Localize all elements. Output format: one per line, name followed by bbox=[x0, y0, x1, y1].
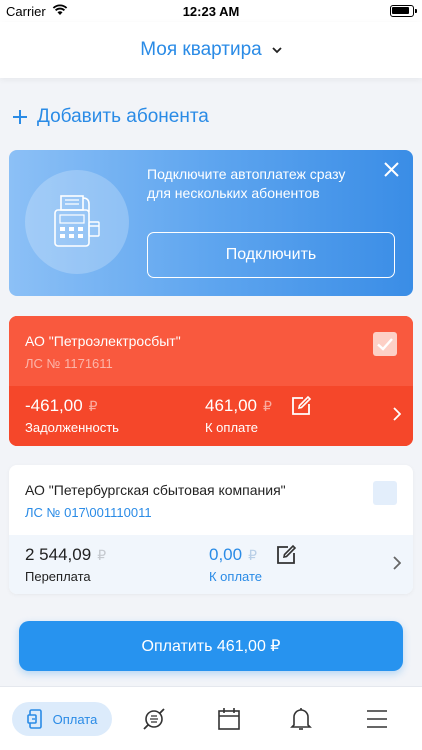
calendar-icon bbox=[218, 708, 240, 730]
connect-autopay-button[interactable]: Подключить bbox=[147, 232, 395, 278]
battery-icon bbox=[390, 5, 417, 17]
to-pay-amount: 0,00 ₽ bbox=[209, 545, 257, 565]
promo-text: Подключите автоплатеж сразу для нескольк… bbox=[147, 166, 346, 201]
balance-value: -461,00 bbox=[25, 396, 83, 415]
page-title[interactable]: Моя квартира bbox=[140, 39, 262, 61]
tab-notifications[interactable] bbox=[284, 702, 318, 736]
currency-sign: ₽ bbox=[248, 547, 258, 563]
account-number: ЛС № 1171611 bbox=[25, 356, 113, 371]
account-card[interactable]: АО "Петербургская сбытовая компания" ЛС … bbox=[9, 465, 413, 594]
tab-calendar[interactable] bbox=[212, 702, 246, 736]
balance-value: 2 544,09 bbox=[25, 545, 92, 564]
balance-label: Переплата bbox=[25, 569, 91, 584]
to-pay-value: 461,00 bbox=[205, 396, 257, 415]
provider-name: АО "Петербургская сбытовая компания" bbox=[25, 482, 286, 498]
clock: 12:23 AM bbox=[182, 4, 240, 19]
chevron-right-icon[interactable] bbox=[393, 407, 401, 421]
select-checkbox[interactable] bbox=[373, 332, 397, 356]
header: Моя квартира bbox=[0, 22, 422, 78]
autopay-promo-card: Подключите автоплатеж сразу для нескольк… bbox=[9, 150, 413, 296]
tab-payment[interactable]: Оплата bbox=[12, 702, 112, 736]
to-pay-value: 0,00 bbox=[209, 545, 243, 564]
currency-sign: ₽ bbox=[263, 398, 272, 414]
wallet-icon bbox=[26, 709, 42, 729]
pay-button[interactable]: Оплатить 461,00 ₽ bbox=[19, 621, 403, 671]
balance-amount: -461,00 ₽ bbox=[25, 396, 98, 416]
meter-icon bbox=[143, 708, 165, 730]
provider-name: АО "Петроэлектросбыт" bbox=[25, 333, 181, 349]
currency-sign: ₽ bbox=[88, 398, 98, 414]
plus-icon bbox=[13, 110, 27, 124]
currency-sign: ₽ bbox=[97, 547, 107, 563]
account-card-header: АО "Петербургская сбытовая компания" ЛС … bbox=[9, 465, 413, 535]
to-pay-label: К оплате bbox=[209, 569, 263, 584]
edit-icon[interactable] bbox=[290, 395, 312, 417]
account-card-summary[interactable]: 2 544,09 ₽ Переплата 0,00 ₽ К оплате bbox=[9, 535, 413, 594]
select-checkbox[interactable] bbox=[373, 481, 397, 505]
bell-icon bbox=[290, 708, 312, 730]
menu-icon bbox=[367, 710, 387, 728]
account-card[interactable]: АО "Петроэлектросбыт" ЛС № 1171611 -461,… bbox=[9, 316, 413, 446]
to-pay-label: К оплате bbox=[205, 420, 259, 435]
chevron-right-icon[interactable] bbox=[393, 556, 401, 570]
to-pay-amount: 461,00 ₽ bbox=[205, 396, 272, 416]
add-subscriber-label: Добавить абонента bbox=[37, 106, 209, 127]
add-subscriber-button[interactable]: Добавить абонента bbox=[12, 106, 209, 128]
checkmark-icon bbox=[377, 338, 393, 351]
edit-icon[interactable] bbox=[275, 544, 297, 566]
chevron-down-icon[interactable] bbox=[272, 46, 282, 54]
balance-amount: 2 544,09 ₽ bbox=[25, 545, 106, 565]
tab-meter[interactable] bbox=[136, 702, 172, 736]
account-number: ЛС № 017\001110011 bbox=[25, 505, 152, 520]
payment-terminal-icon bbox=[54, 195, 100, 247]
tab-bar: Оплата bbox=[0, 686, 422, 750]
tab-payment-label: Оплата bbox=[52, 711, 98, 727]
account-card-summary[interactable]: -461,00 ₽ Задолженность 461,00 ₽ К оплате bbox=[9, 386, 413, 446]
status-bar: Carrier 12:23 AM bbox=[0, 0, 422, 22]
tab-menu[interactable] bbox=[360, 702, 394, 736]
account-card-header: АО "Петроэлектросбыт" ЛС № 1171611 bbox=[9, 316, 413, 386]
close-icon[interactable] bbox=[384, 162, 399, 177]
promo-illustration bbox=[25, 170, 129, 274]
balance-label: Задолженность bbox=[25, 420, 119, 435]
